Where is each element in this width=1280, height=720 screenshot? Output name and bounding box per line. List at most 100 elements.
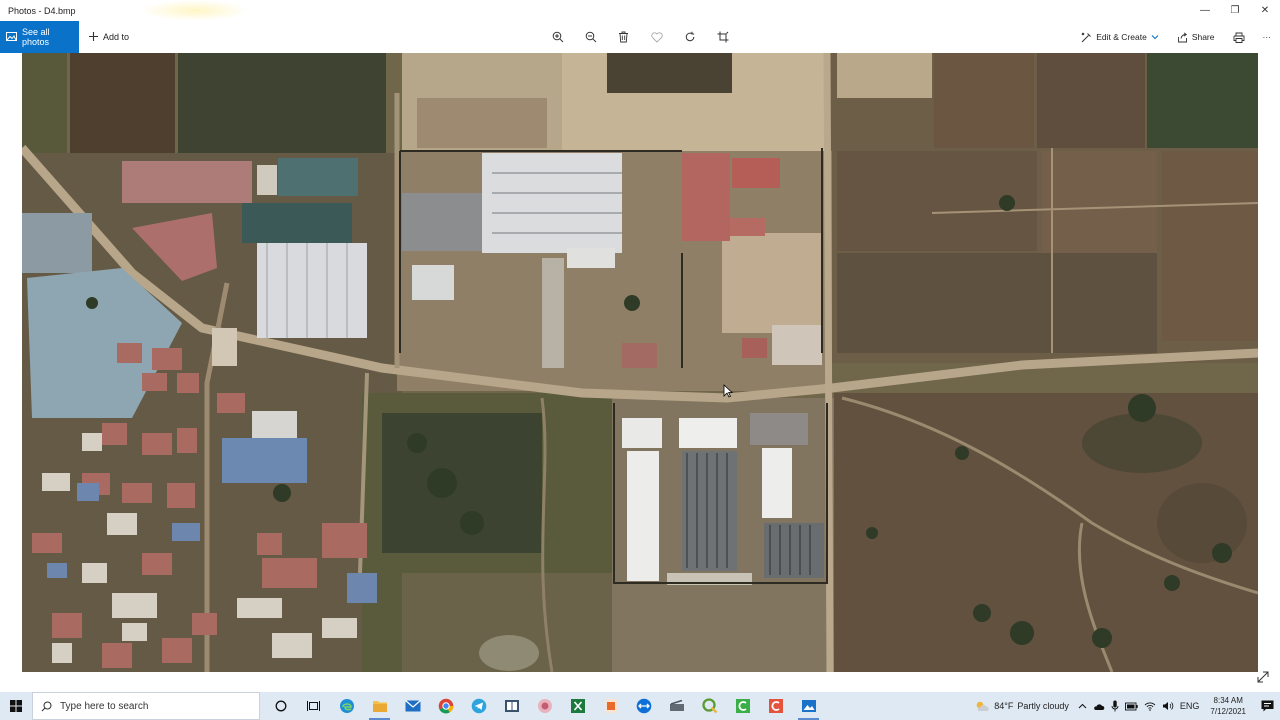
microphone-icon [1111, 700, 1119, 712]
weather-temperature: 84°F [994, 701, 1014, 711]
zoom-in-button[interactable] [548, 28, 567, 47]
taskbar-excel[interactable] [561, 692, 594, 720]
zoom-out-button[interactable] [581, 28, 600, 47]
book-icon [504, 700, 519, 712]
volume-icon [1162, 702, 1174, 710]
photos-app-window: Photos - D4.bmp — ❐ ✕ See all photos Add… [0, 0, 1280, 692]
share-icon [1177, 31, 1187, 42]
taskbar-mail[interactable] [396, 692, 429, 720]
taskbar-photos[interactable] [792, 692, 825, 720]
favorite-button[interactable] [647, 28, 666, 47]
show-hidden-icons-button[interactable] [1075, 703, 1090, 709]
window-controls: — ❐ ✕ [1190, 0, 1280, 21]
clock-time: 8:34 AM [1213, 696, 1243, 705]
tray-volume[interactable] [1159, 701, 1177, 711]
share-button[interactable]: Share [1168, 21, 1224, 53]
taskbar-app-orange[interactable] [594, 692, 627, 720]
crop-icon [717, 31, 728, 43]
edit-create-label: Edit & Create [1096, 32, 1147, 42]
taskbar: Type here to search 84°F Partly cloudy E… [0, 692, 1280, 720]
teamviewer-icon [636, 698, 651, 714]
excel-icon [570, 699, 585, 713]
folder-icon [372, 701, 387, 712]
print-icon [1233, 32, 1244, 43]
taskbar-app-red[interactable] [759, 692, 792, 720]
document-icon [604, 699, 617, 713]
crop-button[interactable] [713, 28, 732, 47]
taskbar-app-green[interactable] [726, 692, 759, 720]
notification-center-button[interactable] [1254, 692, 1280, 720]
input-language[interactable]: ENG [1177, 701, 1203, 711]
heart-icon [650, 31, 663, 43]
toolbar: See all photos Add to Edit & Create Shar… [0, 21, 1280, 53]
maximize-button[interactable]: ❐ [1220, 0, 1250, 21]
system-tray: 84°F Partly cloudy ENG 8:34 AM 7/12/2021 [968, 692, 1280, 720]
edit-create-icon [1081, 32, 1092, 42]
tray-network[interactable] [1141, 701, 1159, 711]
taskbar-app-pink[interactable] [528, 692, 561, 720]
notification-icon [1261, 700, 1273, 712]
toolbar-right: Edit & Create Share ··· [1072, 21, 1280, 53]
zoom-in-icon [552, 31, 563, 43]
taskbar-clock[interactable]: 8:34 AM 7/12/2021 [1202, 695, 1254, 717]
tray-microphone[interactable] [1108, 700, 1122, 712]
delete-button[interactable] [614, 28, 633, 47]
weather-description: Partly cloudy [1017, 701, 1069, 711]
print-button[interactable] [1224, 21, 1254, 53]
task-view-icon [307, 701, 320, 711]
taskbar-search-box[interactable]: Type here to search [32, 692, 260, 720]
cortana-icon [275, 700, 286, 712]
see-all-photos-button[interactable]: See all photos [0, 21, 79, 53]
taskbar-telegram[interactable] [462, 692, 495, 720]
task-view-button[interactable] [297, 692, 330, 720]
edge-icon [339, 699, 354, 713]
cortana-button[interactable] [264, 692, 297, 720]
window-title: Photos - D4.bmp [8, 5, 76, 16]
scanner-icon [669, 699, 684, 711]
add-to-button[interactable]: Add to [88, 21, 129, 53]
expand-icon [1257, 671, 1269, 683]
taskbar-file-explorer[interactable] [363, 692, 396, 720]
more-options-button[interactable]: ··· [1254, 21, 1280, 53]
plus-icon [88, 31, 99, 44]
clock-date: 7/12/2021 [1210, 707, 1246, 716]
presentation-icon [768, 699, 783, 713]
photo-viewer[interactable] [22, 53, 1258, 672]
fullscreen-button[interactable] [1256, 670, 1270, 684]
badge-icon [537, 699, 552, 713]
rotate-icon [685, 31, 694, 42]
title-bar: Photos - D4.bmp — ❐ ✕ [0, 0, 1280, 21]
mail-icon [404, 700, 421, 712]
minimize-button[interactable]: — [1190, 0, 1220, 21]
taskbar-teamviewer[interactable] [627, 692, 660, 720]
zoom-out-icon [585, 31, 596, 43]
search-icon [41, 701, 52, 711]
partly-cloudy-icon [976, 701, 989, 711]
chevron-up-icon [1078, 703, 1087, 709]
wifi-icon [1144, 702, 1156, 711]
taskbar-edge[interactable] [330, 692, 363, 720]
image-tools [548, 21, 732, 53]
photos-app-icon [801, 700, 816, 712]
telegram-icon [471, 698, 486, 714]
mouse-cursor-icon [723, 384, 733, 398]
taskbar-chrome[interactable] [429, 692, 462, 720]
aerial-image [22, 53, 1258, 672]
tray-battery[interactable] [1122, 702, 1141, 711]
taskbar-qgis[interactable] [693, 692, 726, 720]
add-to-label: Add to [103, 32, 130, 42]
cloud-icon [1094, 703, 1105, 710]
taskbar-reader[interactable] [495, 692, 528, 720]
rotate-button[interactable] [680, 28, 699, 47]
title-glow [140, 0, 250, 21]
chrome-icon [438, 698, 453, 714]
taskbar-scanner[interactable] [660, 692, 693, 720]
tray-cloud[interactable] [1090, 702, 1108, 711]
trash-icon [619, 31, 628, 43]
weather-widget[interactable]: 84°F Partly cloudy [968, 700, 1075, 712]
photos-icon [6, 31, 17, 44]
qgis-icon [701, 698, 717, 714]
start-button[interactable] [0, 692, 32, 720]
edit-create-button[interactable]: Edit & Create [1072, 21, 1168, 53]
close-button[interactable]: ✕ [1250, 0, 1280, 21]
